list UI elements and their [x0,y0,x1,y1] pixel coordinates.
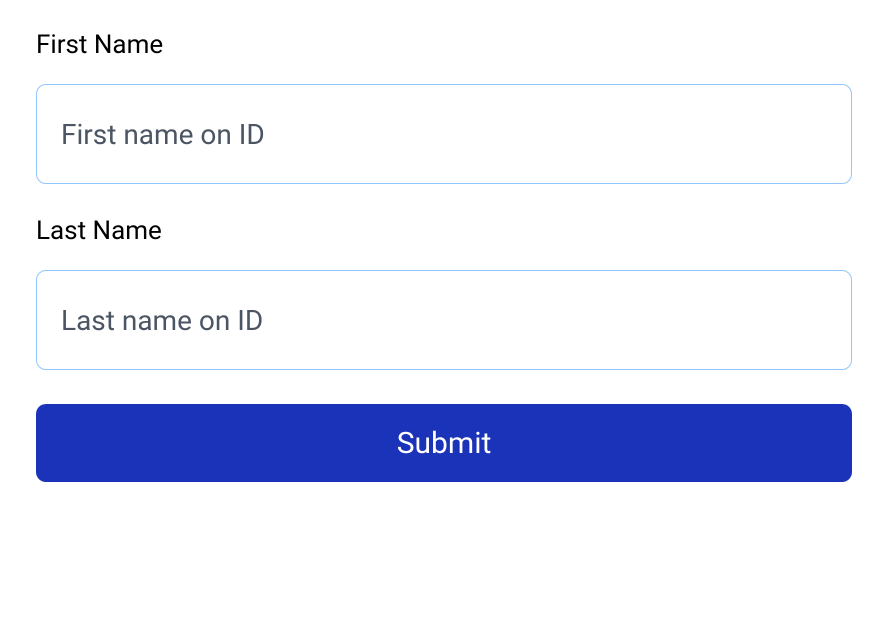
first-name-input[interactable] [36,84,852,184]
last-name-input[interactable] [36,270,852,370]
submit-button[interactable]: Submit [36,404,852,482]
last-name-group: Last Name [36,216,852,370]
name-form: First Name Last Name Submit [36,30,852,482]
first-name-group: First Name [36,30,852,184]
last-name-label: Last Name [36,216,852,246]
first-name-label: First Name [36,30,852,60]
